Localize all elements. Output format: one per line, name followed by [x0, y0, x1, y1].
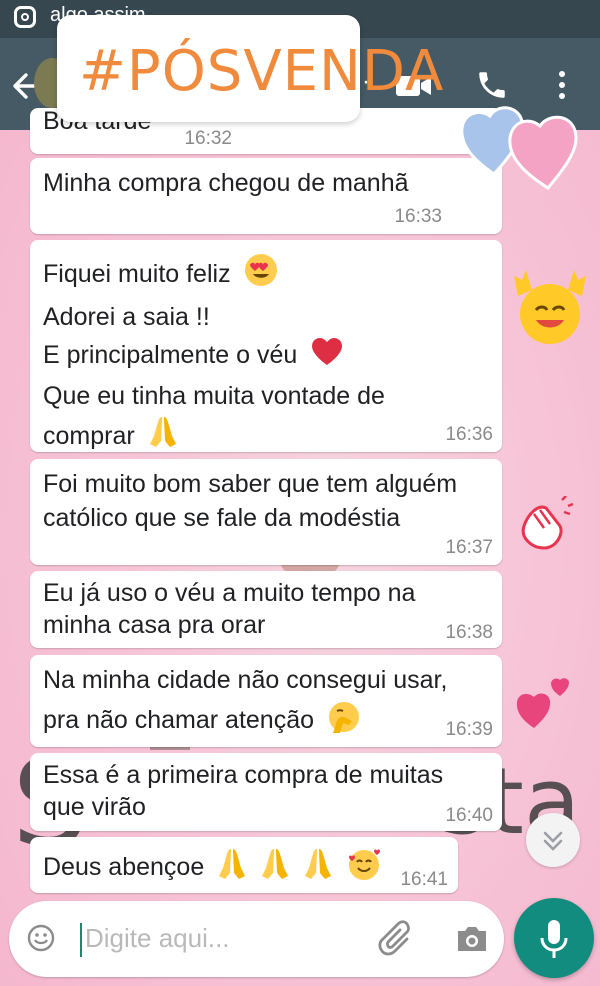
message-bubble[interactable]: Deus abençoe 16:41: [30, 837, 458, 893]
message-bubble[interactable]: Na minha cidade não consegui usar, pra n…: [30, 655, 502, 747]
message-bubble[interactable]: Eu já uso o véu a muito tempo na minha c…: [30, 571, 502, 648]
hearts-sticker-icon: [456, 96, 596, 196]
mic-button[interactable]: [514, 898, 594, 978]
message-text: católico que se fale da modéstia: [43, 504, 401, 532]
hashtag-text: #PÓSVENDA: [79, 39, 445, 104]
double-chevron-down-icon: [543, 831, 563, 851]
face-palm-emoji-icon: [327, 699, 361, 744]
red-heart-emoji-icon: [310, 336, 344, 377]
message-time: 16:33: [394, 206, 442, 227]
message-text: Adorei a saia !!: [43, 303, 210, 331]
scroll-to-bottom-button[interactable]: [526, 813, 580, 867]
smiling-face-with-hearts-emoji-icon: [346, 847, 382, 890]
message-text: minha casa pra orar: [43, 611, 266, 639]
message-composer: Digite aqui...: [9, 901, 504, 977]
clapping-hands-emoji-icon: [514, 495, 574, 559]
folded-hands-emoji-icon: [260, 847, 290, 890]
message-text: Que eu tinha muita vontade de: [43, 382, 385, 410]
message-bubble[interactable]: Fiquei muito feliz Adorei a saia !! E pr…: [30, 240, 502, 452]
mic-icon: [540, 920, 568, 958]
message-text: E principalmente o véu: [43, 341, 298, 370]
folded-hands-emoji-icon: [217, 847, 247, 890]
folded-hands-emoji-icon: [303, 847, 333, 890]
instagram-icon: [14, 6, 36, 28]
message-time: 16:37: [445, 537, 493, 558]
message-text: Minha compra chegou de manhã: [43, 169, 409, 197]
message-text: comprar: [43, 422, 135, 451]
message-bubble[interactable]: Foi muito bom saber que tem alguém catól…: [30, 459, 502, 565]
story-hashtag-sticker[interactable]: #PÓSVENDA: [57, 15, 443, 122]
emoji-icon[interactable]: [27, 924, 55, 952]
message-input[interactable]: Digite aqui...: [85, 923, 230, 954]
two-hearts-sticker-icon: [514, 674, 578, 737]
message-time: 16:36: [445, 424, 493, 445]
message-time: 16:32: [184, 128, 232, 149]
paperclip-icon[interactable]: [377, 919, 417, 959]
message-time: 16:40: [445, 805, 493, 826]
message-text: Eu já uso o véu a muito tempo na: [43, 579, 416, 607]
message-text: Na minha cidade não consegui usar,: [43, 666, 448, 694]
message-text: Fiquei muito feliz: [43, 260, 231, 289]
message-time: 16:39: [445, 719, 493, 740]
folded-hands-emoji-icon: [148, 415, 178, 460]
message-bubble[interactable]: Essa é a primeira compra de muitas que v…: [30, 753, 502, 831]
message-time: 16:41: [400, 869, 448, 890]
message-time: 16:38: [445, 622, 493, 643]
message-text: pra não chamar atenção: [43, 706, 315, 735]
raising-hands-emoji-icon: [512, 266, 588, 351]
message-text: Deus abençoe: [43, 853, 205, 882]
heart-eyes-emoji-icon: [244, 253, 278, 298]
camera-icon[interactable]: [455, 923, 489, 955]
message-text: Essa é a primeira compra de muitas: [43, 761, 444, 789]
message-bubble[interactable]: Minha compra chegou de manhã 16:33: [30, 158, 502, 234]
text-caret: [80, 923, 82, 957]
message-text: Foi muito bom saber que tem alguém: [43, 470, 458, 498]
message-text: que virão: [43, 793, 146, 821]
